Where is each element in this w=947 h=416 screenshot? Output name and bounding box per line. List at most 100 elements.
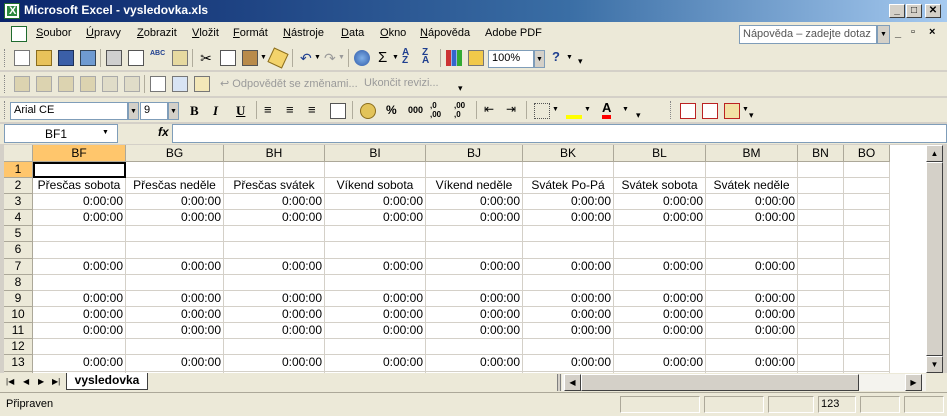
autosum-dropdown-icon[interactable]: ▼ (392, 54, 399, 61)
column-header-BM[interactable]: BM (706, 145, 798, 162)
menu-9[interactable]: Adobe PDF (485, 27, 542, 39)
currency-icon[interactable] (360, 103, 376, 119)
sheet-tab-vysledovka[interactable]: vysledovka (66, 373, 148, 390)
adobe-pdf-dropdown-icon[interactable]: ▼ (742, 106, 749, 113)
cell[interactable]: 0:00:00 (706, 355, 798, 372)
cell[interactable]: 0:00:00 (706, 259, 798, 275)
cell[interactable]: 0:00:00 (33, 323, 126, 339)
font-name-input[interactable]: Arial CE (10, 102, 128, 120)
cell[interactable] (126, 339, 224, 355)
cell[interactable] (224, 242, 325, 259)
cell[interactable] (844, 210, 890, 226)
cell[interactable]: 0:00:00 (706, 291, 798, 307)
align-right-icon[interactable]: ≡ (308, 102, 316, 117)
cell[interactable] (798, 162, 844, 178)
cell[interactable] (224, 226, 325, 242)
minimize-button[interactable]: _ (889, 4, 905, 18)
cell[interactable]: 0:00:00 (224, 307, 325, 323)
cell[interactable] (614, 339, 706, 355)
undo-icon[interactable]: ↶ (300, 50, 312, 67)
cell[interactable]: 0:00:00 (426, 210, 523, 226)
font-color-icon[interactable]: A (602, 101, 612, 119)
cell[interactable]: 0:00:00 (426, 323, 523, 339)
menu-6[interactable]: Data (341, 27, 364, 39)
first-sheet-icon[interactable]: |◀ (6, 377, 14, 386)
merge-center-icon[interactable] (330, 103, 346, 119)
save-icon[interactable] (58, 50, 74, 66)
zoom-dropdown-button[interactable]: ▼ (534, 50, 545, 68)
cell[interactable]: 0:00:00 (614, 291, 706, 307)
adobe-pdf-email-icon[interactable] (702, 103, 718, 119)
vertical-scroll-thumb[interactable] (926, 162, 943, 356)
toolbar-options-icon[interactable]: ▾ (636, 110, 641, 121)
cell[interactable] (614, 226, 706, 242)
cell[interactable] (426, 226, 523, 242)
row-header-4[interactable]: 4 (4, 210, 33, 226)
cell[interactable] (798, 178, 844, 194)
cell[interactable] (126, 162, 224, 178)
send-mail-icon[interactable] (194, 76, 210, 92)
cell[interactable]: 0:00:00 (523, 291, 614, 307)
cell[interactable] (33, 275, 126, 291)
cell[interactable]: 0:00:00 (614, 307, 706, 323)
cell[interactable] (126, 226, 224, 242)
checklist-icon[interactable] (150, 76, 166, 92)
cell[interactable] (224, 162, 325, 178)
cell[interactable]: 0:00:00 (126, 355, 224, 372)
cell[interactable] (706, 162, 798, 178)
print-preview-icon[interactable] (128, 50, 144, 66)
row-header-5[interactable]: 5 (4, 226, 33, 242)
increase-indent-icon[interactable]: ⇥ (506, 102, 516, 116)
row-header-1[interactable]: 1 (4, 162, 33, 178)
cell[interactable]: 0:00:00 (224, 259, 325, 275)
paste-dropdown-icon[interactable]: ▼ (260, 54, 267, 61)
horizontal-scroll-thumb[interactable] (581, 374, 859, 391)
toolbar-grip[interactable] (4, 75, 7, 93)
column-header-BO[interactable]: BO (844, 145, 890, 162)
row-header-3[interactable]: 3 (4, 194, 33, 210)
help-search-input[interactable]: Nápověda – zadejte dotaz (739, 25, 877, 44)
cell[interactable] (523, 275, 614, 291)
redo-icon[interactable]: ↷ (324, 50, 336, 67)
cell[interactable] (325, 275, 426, 291)
column-header-BN[interactable]: BN (798, 145, 844, 162)
cell[interactable]: 0:00:00 (706, 323, 798, 339)
menu-3[interactable]: Vložit (192, 27, 219, 39)
cell[interactable]: 0:00:00 (523, 210, 614, 226)
menu-1[interactable]: Úpravy (86, 27, 121, 39)
cell[interactable]: Přesčas sobota (33, 178, 126, 194)
menu-8[interactable]: Nápověda (420, 27, 470, 39)
cell[interactable] (798, 307, 844, 323)
cell[interactable] (614, 242, 706, 259)
toolbar-grip[interactable] (4, 101, 7, 119)
spelling-icon[interactable]: ABC (150, 50, 166, 66)
cell[interactable]: 0:00:00 (126, 291, 224, 307)
cell[interactable]: Svátek sobota (614, 178, 706, 194)
open-folder-icon[interactable] (36, 50, 52, 66)
menu-7[interactable]: Okno (380, 27, 406, 39)
column-header-BJ[interactable]: BJ (426, 145, 523, 162)
cell[interactable]: 0:00:00 (126, 307, 224, 323)
cell[interactable] (614, 275, 706, 291)
cell[interactable] (706, 339, 798, 355)
review-next-icon[interactable] (58, 76, 74, 92)
cell[interactable] (523, 162, 614, 178)
doc-minimize-button[interactable]: _ (895, 27, 901, 39)
fill-color-dropdown-icon[interactable]: ▼ (584, 106, 591, 113)
permission-icon[interactable] (80, 50, 96, 66)
cell[interactable] (426, 242, 523, 259)
print-icon[interactable] (106, 50, 122, 66)
cell[interactable] (798, 323, 844, 339)
cell[interactable] (798, 355, 844, 372)
font-size-dropdown-button[interactable]: ▼ (168, 102, 179, 120)
bold-icon[interactable]: B (190, 103, 199, 119)
column-header-BL[interactable]: BL (614, 145, 706, 162)
help-icon[interactable]: ? (552, 49, 560, 64)
row-header-7[interactable]: 7 (4, 259, 33, 275)
borders-dropdown-icon[interactable]: ▼ (552, 106, 559, 113)
increase-decimal-icon[interactable]: ,0,00 (430, 101, 441, 119)
row-header-11[interactable]: 11 (4, 323, 33, 339)
column-header-BF[interactable]: BF (33, 145, 126, 162)
cell[interactable]: 0:00:00 (325, 291, 426, 307)
cell[interactable] (33, 242, 126, 259)
